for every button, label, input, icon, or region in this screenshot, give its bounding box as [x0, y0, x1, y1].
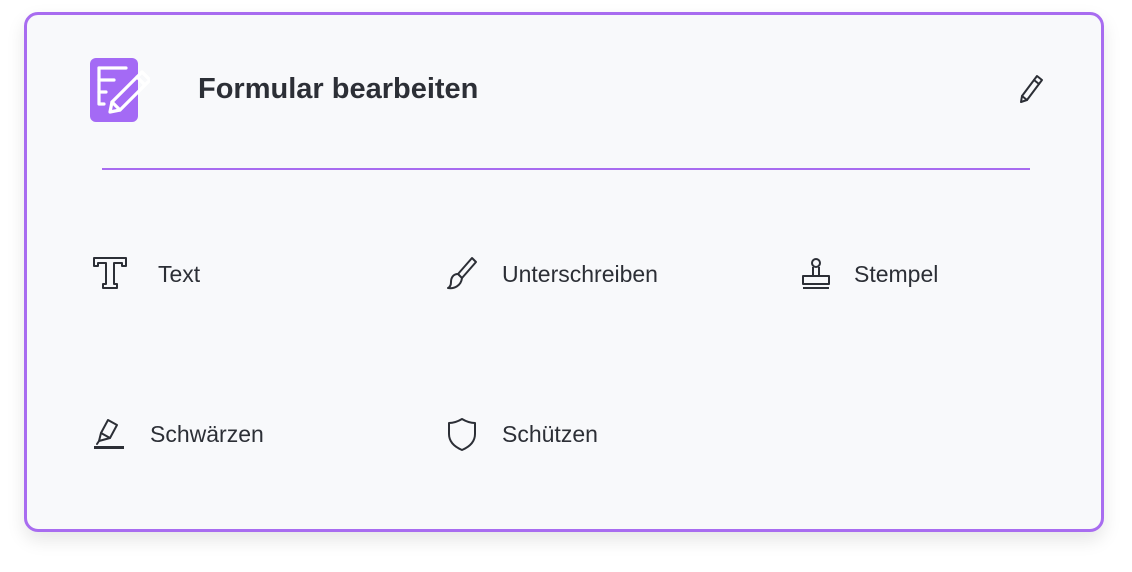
form-edit-icon: [90, 58, 150, 122]
tool-label: Text: [158, 261, 201, 287]
tool-stamp[interactable]: Stempel: [796, 254, 946, 294]
tool-protect[interactable]: Schützen: [442, 414, 612, 454]
shield-icon: [442, 414, 482, 454]
highlighter-icon: [90, 414, 130, 454]
text-icon: [90, 254, 130, 294]
tool-label: Stempel: [854, 261, 939, 287]
tool-redact[interactable]: Schwärzen: [90, 414, 280, 454]
tool-sign[interactable]: Unterschreiben: [442, 254, 672, 294]
header-divider: [102, 168, 1030, 170]
brush-icon: [442, 254, 482, 294]
tool-label: Schwärzen: [150, 421, 264, 447]
page-title: Formular bearbeiten: [198, 73, 479, 105]
tool-label: Schützen: [502, 421, 598, 447]
tool-label: Unterschreiben: [502, 261, 658, 287]
edit-button[interactable]: [1008, 68, 1050, 110]
tool-text[interactable]: Text: [90, 254, 220, 294]
stamp-icon: [796, 254, 836, 294]
pencil-icon: [1020, 75, 1043, 103]
